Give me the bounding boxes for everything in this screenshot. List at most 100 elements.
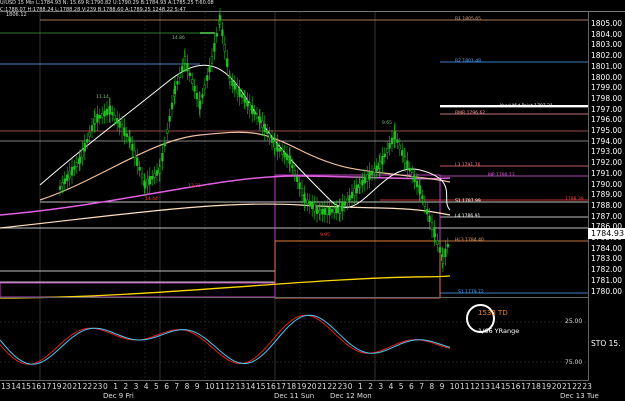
price-tick-label: 1790.00 <box>591 179 623 189</box>
time-tick-label: 12 <box>225 382 235 391</box>
candle-body <box>436 240 439 245</box>
candle-body <box>248 102 251 111</box>
candle-body <box>313 203 316 212</box>
candle-body <box>103 110 106 117</box>
candle-body <box>210 56 214 64</box>
level-annotation: R2 1801.48 <box>455 59 482 64</box>
candle-body <box>111 111 114 116</box>
level-annotation: R1 1805.65 <box>455 17 482 22</box>
time-tick-label: 16 <box>511 382 521 391</box>
price-tick-label: 1793.00 <box>591 147 623 157</box>
candle-body <box>146 178 149 187</box>
candle-body <box>370 171 374 175</box>
candle-body <box>383 153 386 158</box>
price-tick-label: 1788.00 <box>591 200 623 210</box>
candle-body <box>378 161 382 169</box>
time-tick-label: 20 <box>551 382 562 391</box>
candle-body <box>93 116 97 124</box>
candle-body <box>163 142 166 147</box>
candle-body <box>368 171 371 180</box>
price-tick-label: 1805.00 <box>591 19 623 28</box>
candle-body <box>321 209 324 215</box>
candle-body <box>73 166 76 170</box>
candle-body <box>381 155 384 165</box>
candle-body <box>221 29 224 37</box>
candle-body <box>213 43 216 52</box>
candle-body <box>423 202 426 207</box>
time-tick-label: 8 <box>184 382 190 391</box>
candle-body <box>438 247 441 253</box>
stochastic-d-line <box>0 314 451 365</box>
candle-body <box>166 129 169 134</box>
time-tick-label: 4 <box>143 382 149 391</box>
candle-body <box>330 209 334 213</box>
candle-body <box>183 56 187 64</box>
price-tick-label: 1794.00 <box>591 136 623 146</box>
level-annotation: RMR 1796.62 <box>455 111 486 116</box>
time-tick-label: 13 <box>235 382 246 391</box>
candle-body <box>411 172 414 177</box>
time-tick-label: 9 <box>194 382 200 391</box>
candle-body <box>70 166 74 176</box>
candle-body <box>373 168 376 173</box>
candle-body <box>318 209 322 215</box>
callout-value: 1533 TD <box>478 309 508 317</box>
candle-body <box>181 65 184 72</box>
level-annotation: S1 1787.99 <box>455 199 481 204</box>
time-tick-label: 17 <box>521 382 531 391</box>
time-tick-label: 14 <box>11 382 21 391</box>
candle-body <box>153 173 156 178</box>
price-chart-canvas[interactable] <box>0 0 625 401</box>
time-tick-label: 7 <box>174 382 180 391</box>
date-label-dec13: Dec 13 Tue <box>560 392 599 400</box>
candle-body <box>170 102 174 110</box>
price-tick-label: 1791.00 <box>591 168 623 178</box>
candle-body <box>326 207 329 216</box>
time-tick-label: 16 <box>31 382 42 391</box>
price-tick-label: 1795.00 <box>591 126 623 135</box>
candle-body <box>201 94 204 98</box>
candle-body <box>375 165 378 171</box>
time-tick-label: 1 <box>113 382 118 391</box>
time-tick-label: 5 <box>398 382 404 391</box>
candle-body <box>161 152 164 162</box>
candle-body <box>273 141 277 149</box>
time-tick-label: 3 <box>378 382 384 391</box>
time-tick-label: 15 <box>256 382 266 391</box>
candle-body <box>421 195 424 199</box>
candle-body <box>188 72 191 77</box>
candle-body <box>88 132 91 137</box>
level-annotation: 14.86 <box>172 36 185 41</box>
candle-body <box>118 121 121 128</box>
date-label-dec9: Dec 9 Fri <box>103 392 134 400</box>
candle-body <box>283 151 286 158</box>
candle-body <box>413 176 416 182</box>
price-tick-label: 1804.00 <box>591 29 623 39</box>
time-tick-label: 17 <box>276 382 286 391</box>
time-tick-label: 2 <box>368 382 373 391</box>
time-tick-label: 2 <box>123 382 129 391</box>
candle-body <box>348 195 351 201</box>
level-annotation: 1788.39 <box>565 197 584 202</box>
candle-body <box>390 137 394 145</box>
candle-body <box>263 123 266 133</box>
candle-body <box>116 118 119 124</box>
time-tick-label: 9 <box>439 382 445 391</box>
candle-body <box>90 125 94 131</box>
price-tick-label: 1780.00 <box>591 286 623 296</box>
level-annotation: 14.44 <box>145 197 158 202</box>
date-label-dec12: Dec 12 Mon <box>330 392 372 400</box>
range-box-left <box>0 282 276 298</box>
candle-body <box>268 133 271 139</box>
price-tick-label: 1784.00 <box>591 243 623 253</box>
candle-body <box>195 92 199 100</box>
candle-body <box>223 44 226 52</box>
moving-average-white <box>39 64 451 211</box>
last-price-marker: 1784.93 <box>588 228 625 239</box>
time-tick-label: 15 <box>21 382 31 391</box>
candle-body <box>251 105 254 114</box>
candle-body <box>120 124 124 132</box>
candle-body <box>168 116 171 122</box>
candle-body <box>361 179 364 186</box>
candle-body <box>176 81 179 85</box>
